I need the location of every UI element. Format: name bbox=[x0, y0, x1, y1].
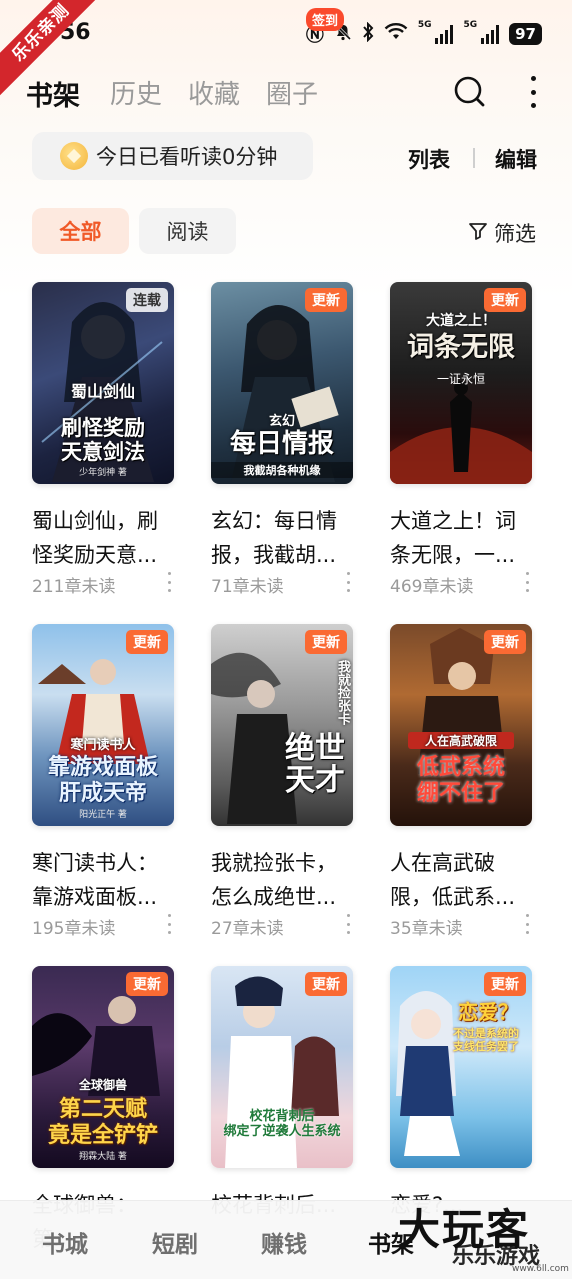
cover-top-text: 全球御兽 bbox=[78, 1078, 127, 1092]
book-cover[interactable]: 大道之上！ 词条无限 一证永恒 更新 bbox=[390, 282, 532, 484]
cover-title: 校花背刺后 绑定了逆袭人生系统 bbox=[223, 1109, 341, 1140]
filter-chip-read[interactable]: 阅读 bbox=[139, 208, 236, 254]
serial-badge: 连载 bbox=[126, 288, 168, 312]
cover-top-text: 玄幻 bbox=[268, 414, 295, 429]
unread-chapters: 35章未读 bbox=[390, 919, 463, 939]
book-cover[interactable]: 人在高武破限 低武系统 绷不住了 更新 bbox=[390, 624, 532, 826]
sign-in-badge[interactable]: 签到 bbox=[306, 8, 345, 31]
unread-chapters: 195章未读 bbox=[32, 919, 116, 939]
update-badge: 更新 bbox=[305, 288, 347, 312]
watermark-url: www.6ll.com bbox=[512, 1264, 569, 1274]
book-cover[interactable]: 恋爱？ 不过是系统的 支线任务罢了 更新 bbox=[390, 966, 532, 1168]
cover-title: 不过是系统的 支线任务罢了 bbox=[453, 1027, 519, 1053]
bluetooth-icon bbox=[362, 21, 374, 47]
tab-history[interactable]: 历史 bbox=[110, 74, 162, 111]
edit-button[interactable]: 编辑 bbox=[495, 144, 537, 174]
book-title[interactable]: 玄幻：每日情报，我截胡... bbox=[211, 504, 353, 572]
update-badge: 更新 bbox=[305, 972, 347, 996]
cover-author: 阳光正午 著 bbox=[79, 810, 127, 820]
cover-title: 靠游戏面板 肝成天帝 bbox=[47, 754, 158, 806]
tab-circle[interactable]: 圈子 bbox=[266, 74, 318, 111]
cover-title: 第二天赋 竟是全铲铲 bbox=[47, 1096, 158, 1148]
update-badge: 更新 bbox=[126, 972, 168, 996]
book-cover[interactable]: 寒门读书人 靠游戏面板 肝成天帝 阳光正午 著 更新 bbox=[32, 624, 174, 826]
more-options-icon[interactable] bbox=[520, 74, 546, 110]
book-cover[interactable]: 蜀山剑仙 刷怪奖励 天意剑法 少年剑神 著 连载 bbox=[32, 282, 174, 484]
book-more-icon[interactable] bbox=[347, 914, 353, 934]
status-bar: 56 Ⓝ 5G 5G 97 bbox=[0, 0, 572, 66]
filter-button[interactable]: 筛选 bbox=[468, 218, 536, 248]
book-card[interactable]: 蜀山剑仙 刷怪奖励 天意剑法 少年剑神 著 连载 蜀山剑仙，刷怪奖励天意... … bbox=[32, 282, 174, 597]
book-cover[interactable]: 全球御兽 第二天赋 竟是全铲铲 翔霖大陆 著 更新 bbox=[32, 966, 174, 1168]
book-card[interactable]: 寒门读书人 靠游戏面板 肝成天帝 阳光正午 著 更新 寒门读书人：靠游戏面板..… bbox=[32, 624, 174, 939]
update-badge: 更新 bbox=[484, 972, 526, 996]
cover-author: 少年剑神 著 bbox=[79, 468, 127, 478]
book-more-icon[interactable] bbox=[347, 572, 353, 592]
book-card[interactable]: 人在高武破限 低武系统 绷不住了 更新 人在高武破限，低武系... 35章未读 bbox=[390, 624, 532, 939]
cover-author: 我截胡各种机缘 bbox=[211, 462, 353, 478]
battery-indicator: 97 bbox=[509, 23, 542, 45]
update-badge: 更新 bbox=[484, 630, 526, 654]
book-card[interactable]: 大道之上！ 词条无限 一证永恒 更新 大道之上！词条无限，一... 469章未读 bbox=[390, 282, 532, 597]
unread-chapters: 469章未读 bbox=[390, 577, 474, 597]
filter-chip-all[interactable]: 全部 bbox=[32, 208, 129, 254]
coin-icon bbox=[60, 142, 88, 170]
cover-author: 翔霖大陆 著 bbox=[79, 1152, 127, 1162]
cover-title: 低武系统 绷不住了 bbox=[416, 754, 505, 806]
toolbar-divider bbox=[473, 148, 475, 168]
book-more-icon[interactable] bbox=[168, 914, 174, 934]
book-cover[interactable]: 我就捡张卡 绝世 天才 更新 bbox=[211, 624, 353, 826]
book-more-icon[interactable] bbox=[526, 914, 532, 934]
book-card[interactable]: 玄幻 每日情报 我截胡各种机缘 更新 玄幻：每日情报，我截胡... 71章未读 bbox=[211, 282, 353, 597]
book-title[interactable]: 大道之上！词条无限，一... bbox=[390, 504, 532, 572]
wifi-icon bbox=[384, 22, 408, 46]
signal-icon-2 bbox=[481, 24, 500, 44]
nav-short-drama[interactable]: 短剧 bbox=[152, 1225, 198, 1259]
book-title[interactable]: 寒门读书人：靠游戏面板... bbox=[32, 846, 174, 914]
today-reading-pill[interactable]: 今日已看听读0分钟 bbox=[32, 132, 313, 180]
book-title[interactable]: 人在高武破限，低武系... bbox=[390, 846, 532, 914]
tab-favorites[interactable]: 收藏 bbox=[188, 74, 240, 111]
cover-subtitle: 一证永恒 bbox=[436, 372, 485, 386]
book-cover[interactable]: 校花背刺后 绑定了逆袭人生系统 更新 bbox=[211, 966, 353, 1168]
cover-top-text: 我就捡张卡 bbox=[335, 660, 350, 725]
unread-chapters: 71章未读 bbox=[211, 577, 284, 597]
book-more-icon[interactable] bbox=[168, 572, 174, 592]
nav-earn[interactable]: 赚钱 bbox=[261, 1225, 307, 1259]
search-icon[interactable] bbox=[452, 74, 486, 108]
tab-bookshelf[interactable]: 书架 bbox=[26, 74, 80, 113]
update-badge: 更新 bbox=[126, 630, 168, 654]
network-type-2: 5G bbox=[463, 20, 478, 30]
today-reading-text: 今日已看听读0分钟 bbox=[96, 145, 278, 169]
book-cover[interactable]: 玄幻 每日情报 我截胡各种机缘 更新 bbox=[211, 282, 353, 484]
unread-chapters: 211章未读 bbox=[32, 577, 116, 597]
cover-title: 词条无限 bbox=[407, 332, 515, 363]
unread-chapters: 27章未读 bbox=[211, 919, 284, 939]
filter-label: 筛选 bbox=[494, 222, 536, 246]
update-badge: 更新 bbox=[305, 630, 347, 654]
cover-title: 绝世 天才 bbox=[285, 731, 345, 798]
cover-title: 刷怪奖励 天意剑法 bbox=[61, 414, 145, 464]
update-badge: 更新 bbox=[484, 288, 526, 312]
cover-title: 每日情报 bbox=[229, 429, 334, 460]
bookshelf-page: 乐乐亲测 56 Ⓝ 5G 5G 97 书架 历史 收藏 圈子 今日已看听读0分钟… bbox=[0, 0, 572, 1279]
filter-icon bbox=[468, 221, 488, 246]
book-card[interactable]: 我就捡张卡 绝世 天才 更新 我就捡张卡，怎么成绝世... 27章未读 bbox=[211, 624, 353, 939]
cover-top-text: 大道之上！ bbox=[426, 313, 496, 329]
cover-top-text: 人在高武破限 bbox=[408, 732, 514, 749]
cover-top-text: 恋爱？ bbox=[458, 1000, 518, 1024]
signal-icon-1 bbox=[435, 24, 454, 44]
cover-top-text: 蜀山剑仙 bbox=[70, 382, 135, 401]
book-title[interactable]: 蜀山剑仙，刷怪奖励天意... bbox=[32, 504, 174, 572]
book-more-icon[interactable] bbox=[526, 572, 532, 592]
top-tabs: 书架 历史 收藏 圈子 bbox=[0, 66, 572, 122]
cover-top-text: 寒门读书人 bbox=[70, 738, 136, 753]
book-title[interactable]: 我就捡张卡，怎么成绝世... bbox=[211, 846, 353, 914]
list-view-button[interactable]: 列表 bbox=[408, 144, 450, 174]
nav-bookstore[interactable]: 书城 bbox=[42, 1225, 88, 1259]
network-type-1: 5G bbox=[417, 20, 432, 30]
